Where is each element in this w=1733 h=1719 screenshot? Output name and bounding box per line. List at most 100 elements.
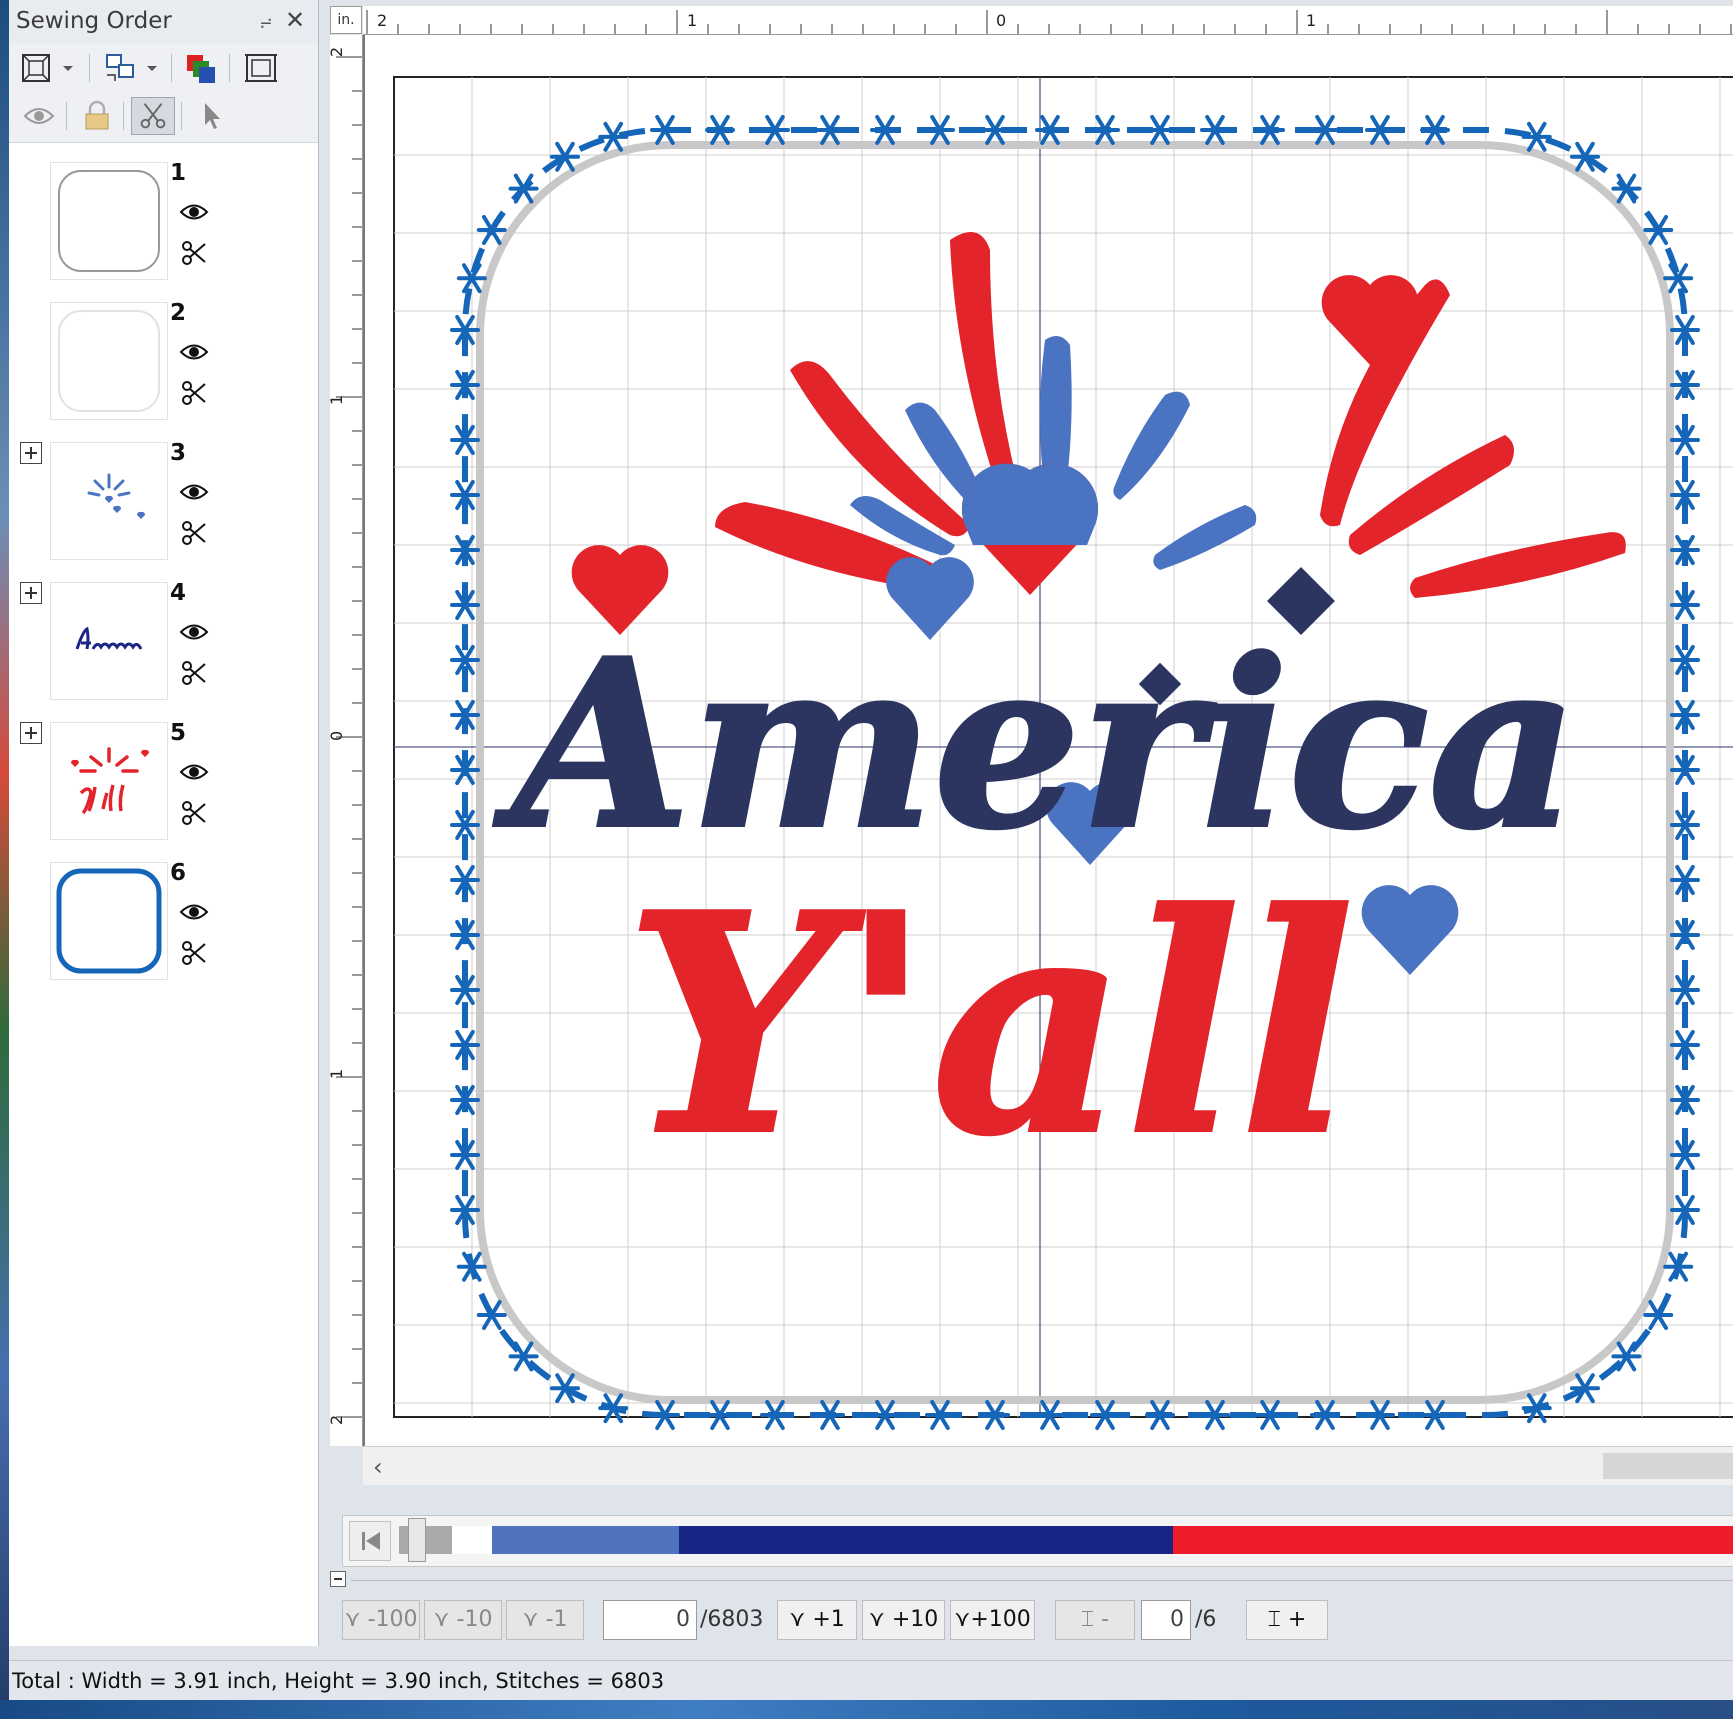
vertical-ruler: 2 1 0 1 2: [330, 35, 363, 1446]
layer-number: 5: [170, 720, 187, 746]
back-10-button[interactable]: ⋎ -10: [424, 1600, 502, 1640]
previous-color-button[interactable]: ⌶ -: [1055, 1600, 1135, 1640]
lock-icon[interactable]: [77, 97, 117, 135]
desktop-background: [0, 0, 9, 1719]
taskbar: [0, 1700, 1733, 1719]
horizontal-ruler: 2 1 0 1: [363, 6, 1733, 35]
scissors-icon[interactable]: [181, 380, 207, 406]
stitch-total: /6803: [700, 1607, 764, 1632]
panel-toolbar-bottom: [9, 92, 318, 143]
ruler-unit: in.: [330, 6, 362, 34]
forward-100-button[interactable]: ⋎+100: [950, 1600, 1035, 1640]
back-100-button[interactable]: ⋎ -100: [342, 1600, 420, 1640]
color-layers-icon[interactable]: [181, 49, 221, 87]
ruler-label: 1: [330, 1069, 346, 1079]
scissors-icon[interactable]: [131, 97, 175, 135]
close-icon[interactable]: ✕: [282, 6, 308, 34]
stitch-position-field[interactable]: 0: [603, 1600, 697, 1640]
toolbar-separator: [123, 102, 124, 130]
layer-number: 1: [170, 160, 187, 186]
ruler-label: 2: [377, 11, 387, 30]
layer-item-3[interactable]: 3: [9, 434, 318, 564]
timeline-slider[interactable]: [408, 1518, 426, 1562]
layer-thumbnail: [50, 862, 168, 980]
toolbar-separator: [171, 54, 172, 82]
toolbar-separator: [66, 102, 67, 130]
forward-1-button[interactable]: ⋎ +1: [777, 1600, 857, 1640]
needle-icon: ⋎: [344, 1607, 368, 1632]
group-icon[interactable]: [101, 49, 165, 87]
rewind-button[interactable]: [349, 1521, 391, 1561]
color-timeline[interactable]: [342, 1515, 1733, 1567]
color-total: /6: [1195, 1607, 1217, 1632]
layer-number: 3: [170, 440, 187, 466]
layer-item-5[interactable]: 5: [9, 714, 318, 844]
layer-item-4[interactable]: 4: [9, 574, 318, 704]
thread-spool-icon: ⌶: [1080, 1607, 1102, 1632]
color-segment: [492, 1526, 679, 1554]
eye-icon[interactable]: [179, 480, 209, 504]
scissors-icon[interactable]: [181, 520, 207, 546]
embroidery-design: America Y'all: [393, 76, 1733, 1430]
color-position-field[interactable]: 0: [1141, 1600, 1191, 1640]
scissors-icon[interactable]: [181, 800, 207, 826]
pointer-icon[interactable]: [191, 97, 231, 135]
embroidery-app-window: Sewing Order ⨬ ✕ 1 2 3 4 5 6 in. 2 1 0 1…: [9, 0, 1733, 1701]
thread-spool-icon: ⌶: [1267, 1607, 1288, 1632]
panel-title: Sewing Order: [16, 8, 172, 34]
pin-icon[interactable]: ⨬: [255, 9, 277, 33]
expand-icon[interactable]: [20, 442, 42, 464]
layer-number: 6: [170, 860, 187, 886]
fit-view-icon[interactable]: [19, 49, 81, 87]
color-segment: [679, 1526, 1173, 1554]
scroll-left-icon[interactable]: ‹: [373, 1453, 383, 1481]
needle-icon: ⋎: [868, 1607, 892, 1632]
toolbar-separator: [89, 54, 90, 82]
scissors-icon[interactable]: [181, 660, 207, 686]
horizontal-scrollbar[interactable]: ‹: [363, 1446, 1733, 1485]
eye-icon[interactable]: [179, 200, 209, 224]
forward-10-button[interactable]: ⋎ +10: [862, 1600, 945, 1640]
eye-icon[interactable]: [179, 760, 209, 784]
needle-icon: ⋎: [433, 1607, 457, 1632]
ruler-label: 0: [330, 731, 346, 741]
collapse-icon[interactable]: [330, 1571, 346, 1587]
needle-icon: ⋎: [954, 1607, 971, 1632]
expand-icon[interactable]: [20, 582, 42, 604]
layer-number: 4: [170, 580, 187, 606]
ruler-label: 1: [330, 395, 346, 405]
eye-icon[interactable]: [179, 340, 209, 364]
layer-thumbnail: [50, 722, 168, 840]
design-canvas[interactable]: America Y'all: [363, 35, 1733, 1446]
color-segment: [1173, 1526, 1733, 1554]
scissors-icon[interactable]: [181, 940, 207, 966]
eye-icon[interactable]: [179, 900, 209, 924]
layer-thumbnail: [50, 302, 168, 420]
eye-icon[interactable]: [179, 620, 209, 644]
ruler-label: 2: [330, 47, 346, 57]
rewind-icon: [362, 1532, 380, 1550]
next-color-button[interactable]: ⌶ +: [1246, 1600, 1328, 1640]
layer-item-1[interactable]: 1: [9, 154, 318, 284]
america-text: America: [494, 610, 1578, 880]
eye-icon[interactable]: [19, 97, 59, 135]
layer-item-2[interactable]: 2: [9, 294, 318, 424]
status-bar: Total : Width = 3.91 inch, Height = 3.90…: [9, 1660, 1733, 1701]
sewing-order-panel: Sewing Order ⨬ ✕ 1 2 3 4 5 6: [9, 0, 319, 1646]
divider: [351, 1580, 1733, 1581]
layer-thumbnail: [50, 442, 168, 560]
needle-icon: ⋎: [522, 1607, 546, 1632]
expand-icon[interactable]: [20, 722, 42, 744]
status-text: Total : Width = 3.91 inch, Height = 3.90…: [12, 1669, 665, 1693]
needle-icon: ⋎: [789, 1607, 813, 1632]
ruler-label: 1: [687, 11, 697, 30]
toolbar-separator: [229, 54, 230, 82]
layer-item-6[interactable]: 6: [9, 854, 318, 984]
hoop-icon[interactable]: [241, 49, 281, 87]
scrollbar-thumb[interactable]: [1603, 1453, 1733, 1479]
scissors-icon[interactable]: [181, 240, 207, 266]
yall-text: Y'all: [626, 848, 1354, 1201]
toolbar-separator: [181, 102, 182, 130]
back-1-button[interactable]: ⋎ -1: [506, 1600, 584, 1640]
ruler-label: 2: [330, 1415, 346, 1425]
